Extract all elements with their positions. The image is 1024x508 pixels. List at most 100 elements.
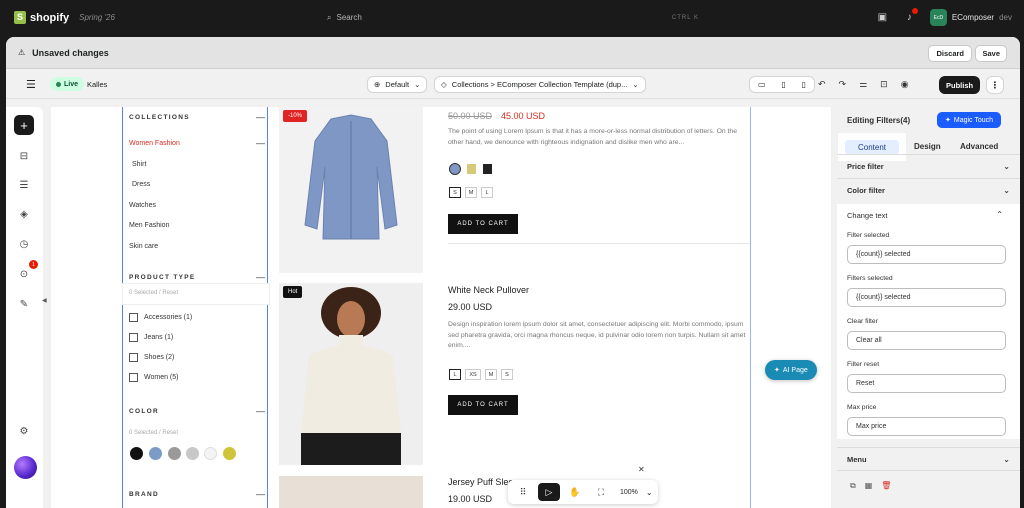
collapse-arrow-icon[interactable]: ◀: [42, 297, 47, 304]
collection-item[interactable]: Dress: [132, 181, 150, 188]
collection-item[interactable]: Skin care: [129, 243, 158, 250]
store-switcher[interactable]: EcD EComposer dev: [929, 9, 1012, 26]
zoom-level[interactable]: 100%: [620, 489, 638, 496]
settings-gear-icon[interactable]: ⚙: [17, 424, 31, 438]
drag-handle-icon[interactable]: ⠿: [512, 483, 534, 501]
stack-icon[interactable]: ◈: [17, 207, 31, 221]
size-option[interactable]: M: [465, 187, 477, 198]
type-checkbox[interactable]: [129, 333, 138, 342]
menu-accordion[interactable]: Menu ⌄: [837, 447, 1020, 471]
max-price-input[interactable]: Max price: [847, 417, 1006, 436]
layers-icon[interactable]: ☰: [17, 178, 31, 192]
color-swatch[interactable]: [130, 447, 143, 460]
magic-touch-button[interactable]: ✦ Magic Touch: [937, 112, 1002, 128]
history-icon[interactable]: ◷: [17, 237, 31, 251]
color-selected-text[interactable]: 0 Selected / Reset: [129, 430, 178, 436]
collection-item[interactable]: Shirt: [132, 161, 146, 168]
variant-swatch[interactable]: [449, 163, 461, 175]
size-option[interactable]: S: [501, 369, 513, 380]
change-text-heading[interactable]: Change text: [847, 211, 887, 220]
locale-select[interactable]: ⊕ Default ⌄: [367, 76, 428, 93]
sections-icon[interactable]: ⊟: [17, 149, 31, 163]
undo-icon[interactable]: ↶: [818, 79, 826, 90]
collapse-minus-icon[interactable]: —: [256, 138, 265, 148]
product-image[interactable]: -10%: [279, 107, 423, 273]
add-section-button[interactable]: +: [14, 115, 34, 135]
collections-heading: COLLECTIONS: [129, 114, 190, 121]
sparkle-icon: ✦: [945, 117, 951, 124]
notification-badge: 1: [29, 260, 38, 269]
bell-icon[interactable]: ♪: [903, 8, 918, 24]
copy-icon[interactable]: ⧉: [850, 481, 856, 491]
clear-filter-input[interactable]: Clear all: [847, 331, 1006, 350]
collapse-minus-icon[interactable]: —: [256, 272, 265, 282]
inspect-icon[interactable]: ⊡: [880, 79, 888, 90]
product-image[interactable]: [279, 476, 423, 508]
mobile-icon[interactable]: ▯: [802, 80, 806, 89]
redo-icon[interactable]: ↷: [839, 79, 847, 90]
desktop-icon[interactable]: ▭: [758, 80, 766, 89]
collapse-minus-icon[interactable]: —: [256, 489, 265, 499]
discard-button[interactable]: Discard: [928, 45, 972, 62]
size-option[interactable]: L: [449, 369, 461, 380]
collection-item[interactable]: Women Fashion: [129, 140, 180, 147]
collapse-minus-icon[interactable]: —: [256, 406, 265, 416]
chevron-up-icon[interactable]: ⌃: [996, 210, 1003, 219]
size-option[interactable]: XS: [465, 369, 481, 380]
product-image[interactable]: Hot: [279, 283, 423, 465]
tab-advanced[interactable]: Advanced: [960, 142, 998, 151]
more-actions-icon[interactable]: ⋮: [986, 76, 1004, 94]
collection-item[interactable]: Watches: [129, 202, 156, 209]
product-title[interactable]: White Neck Pullover: [448, 285, 529, 295]
publish-button[interactable]: Publish: [939, 76, 981, 94]
preview-eye-icon[interactable]: ◉: [901, 79, 909, 90]
filter-sidebar[interactable]: COLLECTIONS — Women Fashion — Shirt Dres…: [122, 107, 269, 508]
type-checkbox[interactable]: [129, 373, 138, 382]
trash-icon[interactable]: 🗑: [881, 481, 891, 491]
variant-swatch[interactable]: [483, 164, 492, 174]
hand-icon[interactable]: ✋: [564, 483, 586, 501]
tab-content[interactable]: Content: [845, 140, 899, 155]
fit-screen-icon[interactable]: ⛶: [590, 483, 612, 501]
ai-assistant-orb[interactable]: [14, 456, 37, 479]
admin-search[interactable]: ⌕ Search CTRL K: [318, 7, 708, 28]
color-swatch[interactable]: [149, 447, 162, 460]
collection-item[interactable]: Men Fashion: [129, 222, 169, 229]
price-filter-accordion[interactable]: Price filter ⌄: [837, 154, 1020, 178]
color-swatch[interactable]: [204, 447, 217, 460]
size-option[interactable]: S: [449, 187, 461, 198]
add-to-cart-button[interactable]: ADD TO CART: [448, 395, 518, 415]
filters-selected-input[interactable]: {{count}} selected: [847, 288, 1006, 307]
shopify-logo[interactable]: S shopify Spring '26: [14, 11, 115, 24]
close-toolbar-icon[interactable]: ✕: [638, 465, 645, 474]
color-swatch[interactable]: [168, 447, 181, 460]
filter-reset-input[interactable]: Reset: [847, 374, 1006, 393]
pullover-model-image: [279, 283, 423, 465]
duplicate-icon[interactable]: ▦: [865, 481, 873, 491]
inbox-icon[interactable]: ▣: [876, 11, 889, 24]
ai-page-button[interactable]: ✦ AI Page: [765, 360, 817, 380]
collapse-minus-icon[interactable]: —: [256, 112, 265, 122]
color-filter-accordion[interactable]: Color filter ⌄: [837, 178, 1020, 202]
filter-selected-input[interactable]: {{count}} selected: [847, 245, 1006, 264]
search-apps-icon[interactable]: ⊙: [17, 267, 31, 281]
pointer-icon[interactable]: ▷: [538, 483, 560, 501]
color-swatch[interactable]: [223, 447, 236, 460]
selected-reset-row[interactable]: 0 Selected / Reset: [123, 284, 269, 304]
template-select[interactable]: ◇ Collections > EComposer Collection Tem…: [434, 76, 646, 93]
size-option[interactable]: L: [481, 187, 493, 198]
sliders-icon[interactable]: ⚌: [859, 79, 867, 90]
field-label: Filter reset: [847, 361, 880, 368]
add-to-cart-button[interactable]: ADD TO CART: [448, 214, 518, 234]
type-checkbox[interactable]: [129, 313, 138, 322]
tablet-icon[interactable]: ▯: [781, 80, 785, 89]
save-button[interactable]: Save: [975, 45, 1007, 62]
size-option[interactable]: M: [485, 369, 497, 380]
tab-design[interactable]: Design: [914, 142, 941, 151]
type-checkbox[interactable]: [129, 353, 138, 362]
variant-swatch[interactable]: [467, 164, 476, 174]
brush-icon[interactable]: ✎: [17, 297, 31, 311]
chevron-down-icon[interactable]: ⌄: [646, 488, 653, 497]
color-swatch[interactable]: [186, 447, 199, 460]
menu-icon[interactable]: ☰: [26, 78, 36, 91]
